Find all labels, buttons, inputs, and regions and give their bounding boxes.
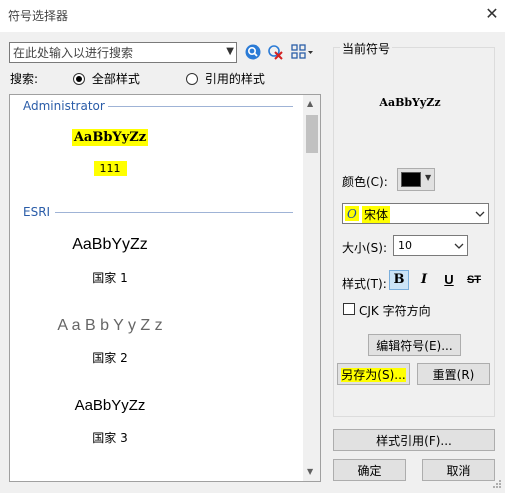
window-title: 符号选择器 [8, 9, 69, 23]
cjk-checkbox[interactable] [343, 303, 355, 315]
italic-button[interactable]: I [414, 270, 434, 290]
group-title-esri: ESRI [23, 205, 51, 219]
resize-grip-icon[interactable] [490, 478, 502, 490]
group-title-administrator: Administrator [23, 99, 105, 113]
font-type-icon: O [345, 206, 359, 221]
scroll-thumb[interactable] [306, 115, 318, 153]
current-symbol-preview: AaBbYyZz [379, 96, 441, 109]
cancel-button[interactable]: 取消 [422, 459, 495, 481]
title-bar [0, 0, 505, 32]
symbol-preview[interactable]: AaBbYyZz [50, 236, 170, 254]
scroll-up-icon[interactable]: ▲ [307, 99, 313, 108]
chevron-down-icon: ▼ [425, 173, 432, 182]
cjk-label: CJK 字符方向 [359, 304, 431, 318]
color-picker[interactable]: ▼ [397, 168, 435, 191]
search-input[interactable] [10, 43, 215, 62]
symbol-list[interactable]: Administrator AaBbYyZz 111 ESRI AaBbYyZz… [9, 94, 321, 482]
symbol-preview[interactable]: A a B b Y y Z z [35, 317, 185, 335]
radio-unselected-icon[interactable] [186, 73, 198, 85]
font-combobox[interactable]: O 宋体 [342, 203, 489, 224]
radio-referenced-styles-label: 引用的样式 [204, 72, 265, 86]
underline-button[interactable]: U [439, 270, 459, 290]
symbol-preview[interactable]: AaBbYyZz [50, 397, 170, 414]
chevron-down-icon [454, 243, 464, 249]
style-label: 样式(T): [342, 277, 387, 291]
group-divider [108, 106, 293, 107]
save-as-button[interactable]: 另存为(S)... [337, 363, 410, 385]
radio-all-styles-label: 全部样式 [91, 72, 140, 86]
group-divider [55, 212, 293, 213]
symbol-label: 国家 2 [92, 351, 128, 365]
current-symbol-title: 当前符号 [340, 40, 393, 57]
search-label: 搜索: [10, 72, 39, 86]
symbol-label: 111 [93, 161, 127, 176]
clear-search-icon[interactable] [266, 43, 284, 61]
size-label: 大小(S): [342, 241, 388, 255]
search-icon[interactable] [244, 43, 262, 61]
close-button[interactable]: ✕ [482, 4, 502, 24]
ok-button[interactable]: 确定 [333, 459, 406, 481]
strikethrough-button[interactable]: ST [464, 270, 484, 290]
edit-symbol-button[interactable]: 编辑符号(E)... [368, 334, 461, 356]
chevron-down-icon[interactable]: ▼ [226, 46, 234, 57]
radio-selected-icon[interactable] [73, 73, 85, 85]
size-combobox[interactable]: 10 [393, 235, 468, 256]
style-references-button[interactable]: 样式引用(F)... [333, 429, 495, 451]
size-value: 10 [398, 239, 412, 252]
reset-button[interactable]: 重置(R) [417, 363, 490, 385]
scroll-down-icon[interactable]: ▼ [307, 467, 313, 476]
symbol-label: 国家 3 [92, 431, 128, 445]
color-swatch [401, 172, 421, 187]
svg-text:O: O [347, 207, 357, 221]
bold-button[interactable]: B [389, 270, 409, 290]
radio-referenced-styles[interactable]: 引用的样式 [186, 70, 265, 87]
symbol-label: 国家 1 [92, 271, 128, 285]
view-options-icon[interactable] [290, 43, 314, 61]
radio-all-styles[interactable]: 全部样式 [73, 70, 140, 87]
symbol-label-wrap: 111 [55, 161, 165, 176]
save-as-label: 另存为(S)... [341, 367, 406, 382]
search-combobox[interactable]: ▼ [9, 42, 237, 63]
color-label: 颜色(C): [342, 175, 388, 189]
scrollbar[interactable]: ▲ ▼ [303, 95, 320, 481]
chevron-down-icon [475, 211, 485, 217]
symbol-preview: AaBbYyZz [71, 129, 149, 146]
font-name: 宋体 [362, 206, 391, 223]
symbol-item[interactable]: AaBbYyZz [55, 129, 165, 146]
